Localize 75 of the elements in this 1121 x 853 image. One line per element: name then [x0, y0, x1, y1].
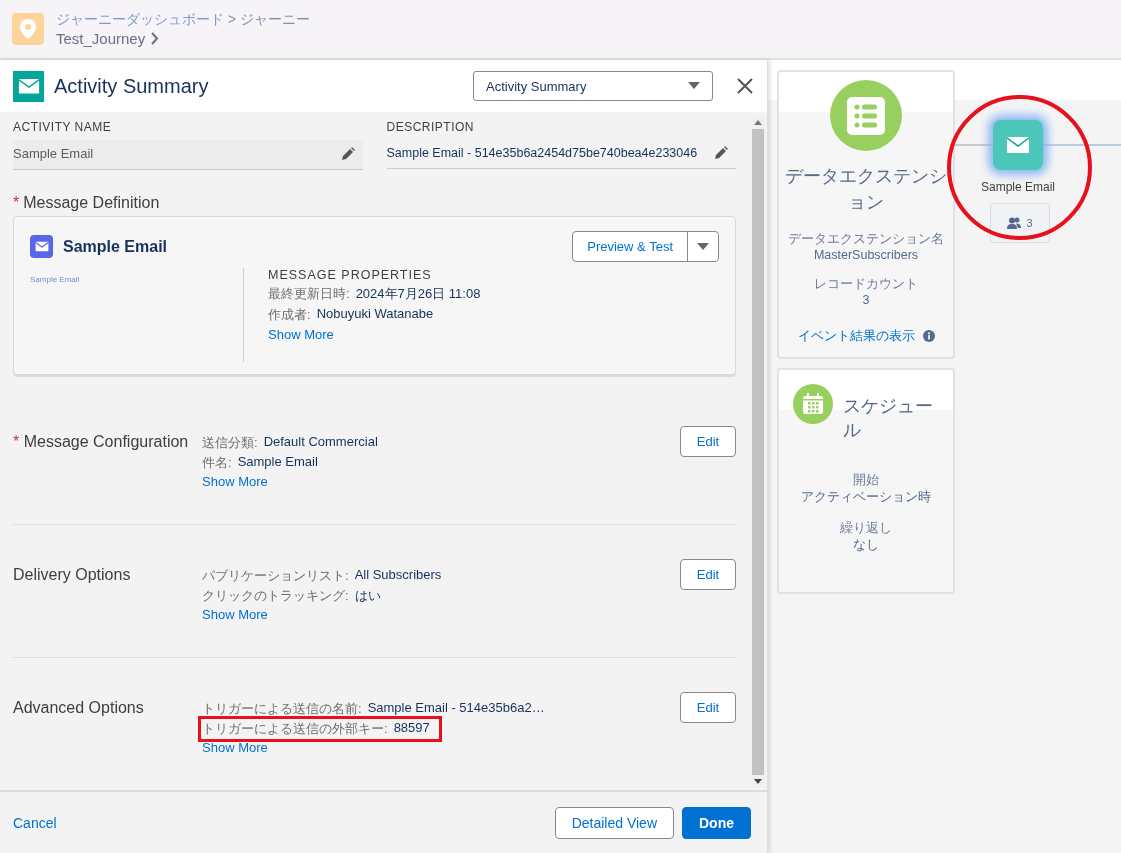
- cancel-link[interactable]: Cancel: [13, 814, 547, 831]
- section-title: Advanced Options: [13, 699, 144, 716]
- card-field-value: なし: [853, 537, 879, 554]
- property-value: 2024年7月26日 11:08: [355, 285, 481, 303]
- card-field-value: MasterSubscribers: [813, 248, 919, 262]
- envelope-icon: [1006, 136, 1030, 154]
- field-label: DESCRIPTION: [386, 120, 475, 134]
- envelope-icon: [17, 77, 40, 95]
- section-label: Message Definition: [23, 194, 160, 212]
- chevron-right-icon[interactable]: [151, 32, 160, 45]
- journey-icon: [12, 13, 44, 45]
- card-title: スケジュール: [843, 395, 933, 442]
- info-icon[interactable]: [922, 330, 935, 342]
- card-title: データエクステンション: [784, 165, 948, 214]
- option-value: Sample Email - 514e35b6a2…: [367, 700, 545, 717]
- email-name: Sample Email: [63, 237, 169, 256]
- node-label: Sample Email: [980, 180, 1056, 194]
- edit-button[interactable]: Edit: [680, 559, 736, 590]
- breadcrumb-link[interactable]: ジャーニーダッシュボード: [56, 11, 224, 29]
- detailed-view-button[interactable]: Detailed View: [554, 806, 674, 839]
- entry-source-card[interactable]: データエクステンション データエクステンション名 MasterSubscribers レコードカウント 3 イベント結果の表示: [777, 70, 955, 359]
- caret-icon: [688, 82, 700, 90]
- card-field-value: 3: [862, 293, 870, 307]
- view-select[interactable]: Activity Summary: [473, 71, 713, 101]
- option-value: はい: [354, 587, 381, 605]
- description-field[interactable]: Sample Email - 514e35b6a2454d75be740bea4e233046: [386, 140, 736, 169]
- option-label: 件名:: [202, 454, 232, 472]
- scroll-down-icon[interactable]: [754, 779, 762, 785]
- card-field-label: データエクステンション名: [788, 231, 944, 248]
- section-title: Message Configuration: [23, 433, 189, 450]
- caret-icon: [697, 242, 709, 251]
- breadcrumb-separator: >: [228, 11, 237, 29]
- option-label: トリガーによる送信の外部キー:: [202, 720, 388, 738]
- card-field-value: アクティベーション時: [801, 489, 931, 506]
- email-node[interactable]: [993, 120, 1043, 170]
- option-value: All Subscribers: [354, 567, 442, 584]
- calendar-icon: [793, 384, 833, 424]
- show-more-link[interactable]: Show More: [202, 740, 680, 755]
- people-icon: [1007, 217, 1022, 229]
- pencil-icon[interactable]: [340, 146, 355, 161]
- card-field-label: 開始: [853, 472, 879, 489]
- contact-count[interactable]: 3: [990, 203, 1050, 243]
- option-value: Default Commercial: [263, 434, 378, 451]
- property-label: 最終更新日時:: [268, 285, 350, 303]
- required-mark: *: [13, 194, 20, 212]
- show-more-link[interactable]: Show More: [202, 607, 680, 622]
- card-field-label: 繰り返し: [840, 520, 892, 537]
- option-value: 88597: [393, 720, 430, 737]
- option-value: Sample Email: [237, 454, 318, 471]
- option-label: クリックのトラッキング:: [202, 587, 349, 605]
- breadcrumb-current: ジャーニー: [240, 11, 311, 29]
- field-label: ACTIVITY NAME: [13, 120, 113, 134]
- scroll-up-icon[interactable]: [754, 119, 762, 125]
- property-label: 作成者:: [268, 306, 311, 324]
- show-more-link[interactable]: Show More: [202, 474, 680, 489]
- pencil-icon[interactable]: [714, 146, 728, 160]
- edit-button[interactable]: Edit: [680, 426, 736, 457]
- event-results-link[interactable]: イベント結果の表示: [797, 327, 915, 345]
- email-icon: [30, 235, 53, 258]
- edit-button[interactable]: Edit: [680, 692, 736, 723]
- show-more-link[interactable]: Show More: [268, 327, 481, 342]
- schedule-card[interactable]: スケジュール 開始 アクティベーション時 繰り返し なし: [777, 368, 955, 594]
- done-button[interactable]: Done: [682, 806, 751, 839]
- property-value: Nobuyuki Watanabe: [316, 306, 434, 323]
- activity-name-field[interactable]: Sample Email: [13, 140, 363, 170]
- required-mark: *: [13, 433, 21, 450]
- journey-name: Test_Journey: [56, 30, 146, 47]
- option-label: パブリケーションリスト:: [202, 567, 349, 585]
- option-label: 送信分類:: [202, 434, 258, 452]
- email-thumbnail-text: Sample Email: [30, 275, 80, 284]
- section-title: Delivery Options: [13, 566, 131, 583]
- panel-title: Activity Summary: [54, 74, 210, 98]
- option-label: トリガーによる送信の名前:: [202, 700, 362, 718]
- properties-heading: MESSAGE PROPERTIES: [268, 268, 433, 282]
- card-field-label: レコードカウント: [814, 276, 918, 293]
